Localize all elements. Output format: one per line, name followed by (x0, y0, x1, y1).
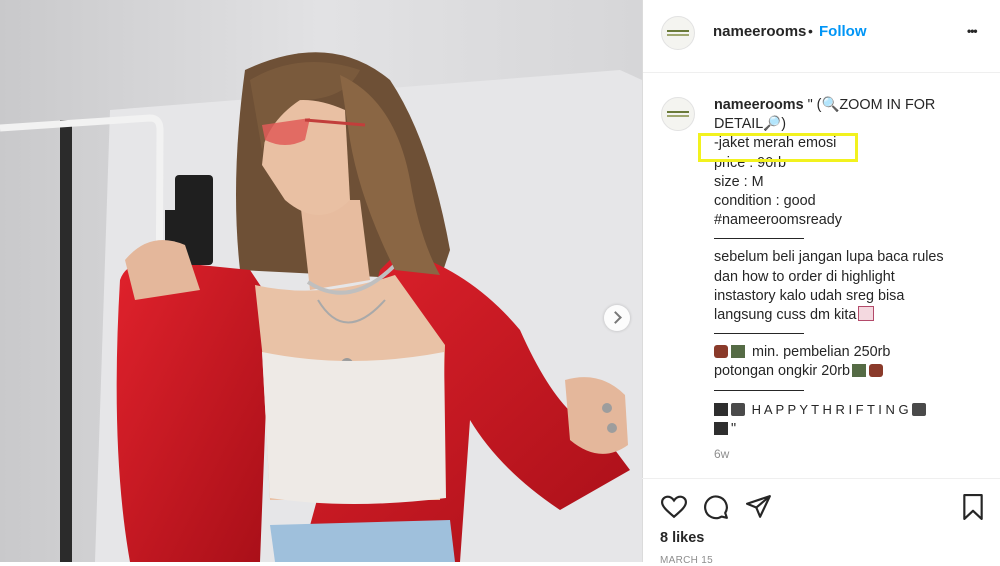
post-photo (0, 0, 642, 562)
shopping-cart-icon (912, 402, 927, 416)
min-purchase-text: min. pembelian 250rb (748, 344, 891, 361)
caption-username[interactable]: nameerooms (714, 97, 804, 113)
post-time[interactable]: 6w (714, 445, 984, 464)
avatar[interactable] (661, 16, 695, 50)
shipping-discount-text: potongan ongkir 20rb (714, 363, 851, 380)
divider (714, 238, 804, 240)
header-username[interactable]: nameerooms (713, 23, 806, 40)
shopping-bag-icon (714, 421, 728, 435)
closing-quote: " (731, 420, 737, 437)
likes-count[interactable]: 8 likes (660, 530, 704, 546)
post-header: nameerooms • Follow ••• (643, 0, 1000, 73)
money-icon (731, 345, 745, 359)
divider (714, 333, 804, 335)
divider (714, 389, 804, 391)
caption-line-5: size : M (714, 173, 764, 190)
shopping-bag-icon (714, 402, 728, 416)
scissors-icon (714, 345, 728, 359)
rules-line-2: dan how to order di highlight (714, 268, 895, 285)
like-heart-icon[interactable] (661, 495, 687, 519)
caption-line-1: " (🔍ZOOM IN FOR (803, 97, 936, 113)
action-bar: 8 likes MARCH 15 (642, 478, 1000, 566)
rules-line-1: sebelum beli jangan lupa baca rules (714, 249, 944, 266)
follow-button[interactable]: Follow (819, 23, 867, 40)
scissors-icon (869, 364, 884, 378)
post-date: MARCH 15 (660, 555, 713, 566)
envelope-icon (858, 306, 875, 322)
carousel-next-button[interactable] (604, 305, 630, 331)
more-options-icon[interactable]: ••• (967, 24, 978, 38)
caption-line-6: condition : good (714, 193, 816, 210)
separator-dot: • (808, 23, 813, 39)
share-icon[interactable] (746, 495, 772, 519)
chevron-right-icon (609, 311, 622, 324)
shopping-cart-icon (731, 402, 745, 416)
highlight-box (698, 133, 858, 162)
caption-line-2: DETAIL🔎) (714, 116, 787, 133)
happy-thrifting-text: H A P P Y T H R I F T I N G (748, 401, 913, 417)
rules-line-4: langsung cuss dm kita (714, 307, 857, 324)
photo-illustration (0, 0, 642, 562)
rules-line-3: instastory kalo udah sreg bisa (714, 287, 905, 304)
caption-avatar[interactable] (661, 97, 695, 131)
money-icon (852, 364, 867, 378)
caption-hashtag[interactable]: #nameeroomsready (714, 211, 984, 230)
save-bookmark-icon[interactable] (962, 494, 984, 520)
comment-icon[interactable] (703, 494, 729, 520)
